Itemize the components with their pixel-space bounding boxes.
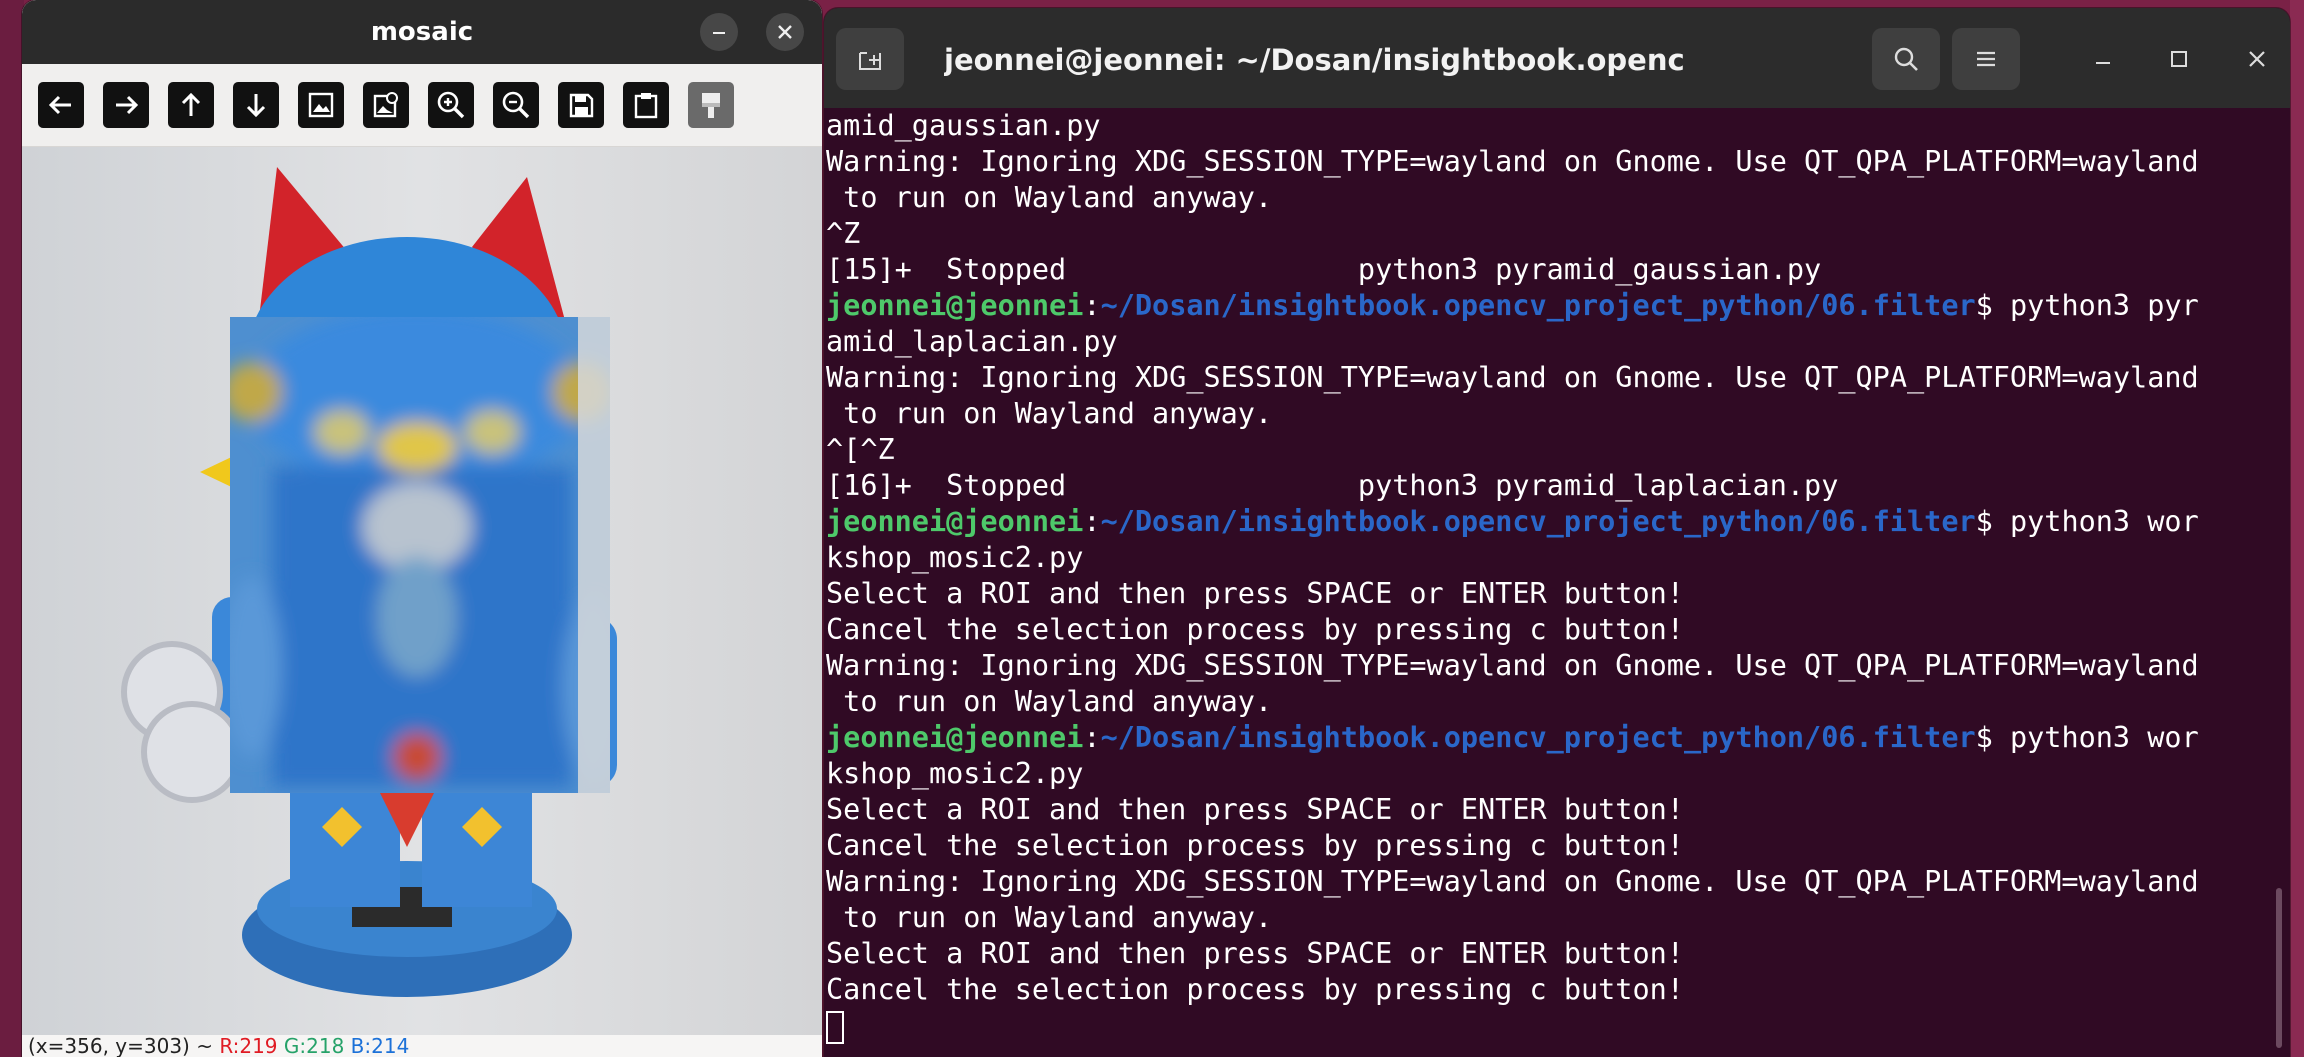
- brush-icon: [702, 93, 720, 118]
- minimize-icon: [2096, 62, 2110, 64]
- terminal-output-line: kshop_mosic2.py: [826, 757, 1084, 790]
- prompt-colon: :: [1083, 289, 1101, 322]
- pan-right-button[interactable]: [103, 82, 149, 128]
- image-zoom-icon: [373, 92, 398, 118]
- terminal-output-line: kshop_mosic2.py: [826, 541, 1084, 574]
- terminal-output-line: to run on Wayland anyway.: [826, 181, 1273, 214]
- prompt-command: python3 pyr: [1992, 289, 2199, 322]
- save-image-button[interactable]: [558, 82, 604, 128]
- prompt-command: python3 wor: [1992, 505, 2199, 538]
- terminal-scrollbar[interactable]: [2276, 888, 2282, 1048]
- prompt-dollar: $: [1975, 505, 1993, 538]
- prompt-path: ~/Dosan/insightbook.opencv_project_pytho…: [1100, 289, 1976, 322]
- maximize-icon: [2171, 51, 2187, 67]
- arrow-right-icon: [116, 95, 139, 115]
- prompt-command: python3 wor: [1992, 721, 2199, 754]
- image-toolbar: [22, 64, 822, 147]
- maximize-button[interactable]: [2162, 42, 2196, 76]
- arrow-left-icon: [48, 95, 71, 115]
- save-icon: [569, 93, 594, 118]
- terminal-output-line: ^[^Z: [826, 433, 895, 466]
- terminal-output-line: [15]+ Stopped python3 pyramid_gaussian.p…: [826, 253, 1822, 286]
- terminal-output-line: to run on Wayland anyway.: [826, 901, 1273, 934]
- terminal-output-line: Cancel the selection process by pressing…: [826, 613, 1684, 646]
- pan-down-button[interactable]: [233, 82, 279, 128]
- zoom-fit-button[interactable]: [363, 82, 409, 128]
- desktop-background: [0, 0, 24, 1057]
- pixel-status-bar: (x=356, y=303) ~ R:219 G:218 B:214: [22, 1035, 822, 1057]
- terminal-prompt-line: jeonnei@jeonnei:~/Dosan/insightbook.open…: [824, 720, 2264, 756]
- prompt-path: ~/Dosan/insightbook.opencv_project_pytho…: [1100, 505, 1976, 538]
- clipboard-icon: [634, 93, 658, 119]
- mosaic-titlebar[interactable]: mosaic: [22, 0, 822, 64]
- minimize-icon: [713, 32, 725, 34]
- image-canvas[interactable]: [22, 147, 822, 1035]
- prompt-colon: :: [1083, 721, 1101, 754]
- new-tab-icon: [859, 52, 881, 70]
- properties-button[interactable]: [623, 82, 669, 128]
- terminal-prompt-line: jeonnei@jeonnei:~/Dosan/insightbook.open…: [824, 504, 2264, 540]
- minimize-button[interactable]: [700, 13, 738, 51]
- close-icon: [778, 25, 792, 39]
- zoom-out-icon: [502, 91, 530, 119]
- blue-value: B:214: [350, 1035, 410, 1057]
- terminal-prompt-line: jeonnei@jeonnei:~/Dosan/insightbook.open…: [824, 288, 2264, 324]
- brush-button: [688, 82, 734, 128]
- terminal-output-line: amid_laplacian.py: [826, 325, 1118, 358]
- desktop-background-right: [2290, 0, 2304, 1057]
- pan-left-button[interactable]: [38, 82, 84, 128]
- prompt-dollar: $: [1975, 289, 1993, 322]
- terminal-cursor-line: [824, 1008, 2264, 1044]
- terminal-output-line: Warning: Ignoring XDG_SESSION_TYPE=wayla…: [826, 865, 2199, 898]
- close-icon: [2249, 51, 2265, 67]
- search-icon: [1894, 47, 1918, 71]
- mosaic-window: mosaic (x=356, y=303) ~ R:219 G:218 B:21…: [22, 0, 822, 1057]
- red-value: R:219: [219, 1035, 278, 1057]
- zoom-in-icon: [437, 91, 465, 119]
- prompt-user: jeonnei@jeonnei: [826, 721, 1084, 754]
- menu-button[interactable]: [1952, 28, 2020, 90]
- prompt-user: jeonnei@jeonnei: [826, 289, 1084, 322]
- terminal-output-line: Warning: Ignoring XDG_SESSION_TYPE=wayla…: [826, 361, 2199, 394]
- terminal-headerbar[interactable]: jeonnei@jeonnei: ~/Dosan/insightbook.ope…: [824, 8, 2290, 108]
- terminal-output[interactable]: amid_gaussian.py Warning: Ignoring XDG_SE…: [824, 108, 2264, 1057]
- close-button[interactable]: [2240, 42, 2274, 76]
- prompt-colon: :: [1083, 505, 1101, 538]
- prompt-dollar: $: [1975, 721, 1993, 754]
- terminal-output-line: amid_gaussian.py: [826, 109, 1101, 142]
- green-value: G:218: [283, 1035, 345, 1057]
- terminal-output-line: to run on Wayland anyway.: [826, 397, 1273, 430]
- new-tab-button[interactable]: [836, 28, 904, 90]
- terminal-output-line: Warning: Ignoring XDG_SESSION_TYPE=wayla…: [826, 145, 2199, 178]
- zoom-out-button[interactable]: [493, 82, 539, 128]
- prompt-user: jeonnei@jeonnei: [826, 505, 1084, 538]
- terminal-output-line: Select a ROI and then press SPACE or ENT…: [826, 937, 1684, 970]
- robot-toy-photo: [121, 167, 617, 997]
- zoom-in-button[interactable]: [428, 82, 474, 128]
- close-button[interactable]: [766, 13, 804, 51]
- arrow-up-icon: [181, 92, 201, 116]
- image-icon: [308, 92, 334, 118]
- terminal-output-line: ^Z: [826, 217, 861, 250]
- terminal-output-line: [16]+ Stopped python3 pyramid_laplacian.…: [826, 469, 1839, 502]
- search-button[interactable]: [1872, 28, 1940, 90]
- terminal-output-line: Select a ROI and then press SPACE or ENT…: [826, 793, 1684, 826]
- cursor-coords: (x=356, y=303) ~: [28, 1035, 220, 1057]
- terminal-output-line: Cancel the selection process by pressing…: [826, 829, 1684, 862]
- terminal-output-line: Cancel the selection process by pressing…: [826, 973, 1684, 1006]
- terminal-window: jeonnei@jeonnei: ~/Dosan/insightbook.ope…: [824, 8, 2290, 1057]
- prompt-path: ~/Dosan/insightbook.opencv_project_pytho…: [1100, 721, 1976, 754]
- hamburger-menu-icon: [1977, 51, 1995, 67]
- zoom-original-button[interactable]: [298, 82, 344, 128]
- terminal-title: jeonnei@jeonnei: ~/Dosan/insightbook.ope…: [944, 43, 1684, 77]
- terminal-output-line: to run on Wayland anyway.: [826, 685, 1273, 718]
- terminal-output-line: Select a ROI and then press SPACE or ENT…: [826, 577, 1684, 610]
- terminal-output-line: Warning: Ignoring XDG_SESSION_TYPE=wayla…: [826, 649, 2199, 682]
- arrow-down-icon: [246, 94, 266, 118]
- pan-up-button[interactable]: [168, 82, 214, 128]
- text-cursor: [826, 1010, 844, 1044]
- minimize-button[interactable]: [2086, 42, 2120, 76]
